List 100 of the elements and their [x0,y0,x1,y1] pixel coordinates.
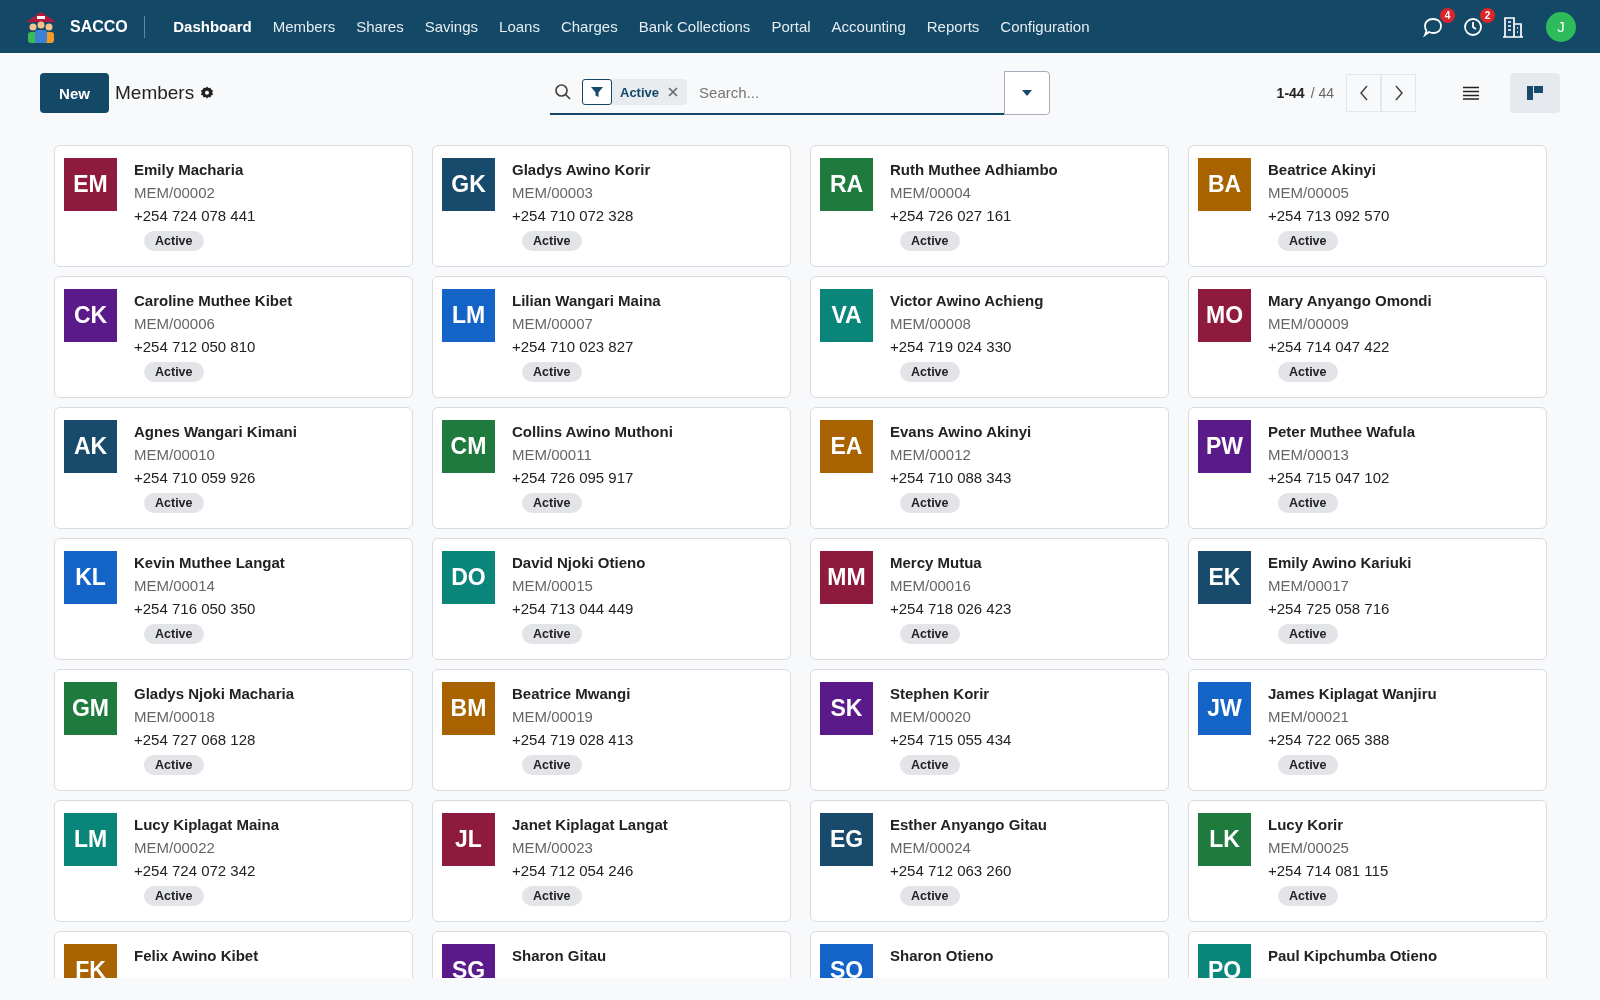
status-tag: Active [522,755,582,775]
nav-menu-item[interactable]: Portal [760,18,822,35]
member-card[interactable]: GM Gladys Njoki Macharia MEM/00018 +254 727 068 128 Active [54,669,413,791]
chevron-right-icon [1393,85,1404,101]
member-phone: +254 715 055 434 [890,730,1012,750]
member-phone: +254 724 078 441 [134,206,256,226]
member-card[interactable]: EK Emily Awino Kariuki MEM/00017 +254 725 058 716 Active [1188,538,1547,660]
settings-icon[interactable] [200,86,215,100]
member-number: MEM/00017 [1268,576,1349,596]
pager-value[interactable]: 1-44 [1276,85,1305,101]
nav-menu-item[interactable]: Savings [414,18,489,35]
status-tag: Active [900,755,960,775]
member-number: MEM/00008 [890,314,971,334]
member-card[interactable]: VA Victor Awino Achieng MEM/00008 +254 719 024 330 Active [810,276,1169,398]
member-card[interactable]: LK Lucy Korir MEM/00025 +254 714 081 115 Active [1188,800,1547,922]
member-phone: +254 713 044 449 [512,599,634,619]
member-phone: +254 714 047 422 [1268,337,1390,357]
member-name: Emily Awino Kariuki [1268,553,1412,573]
member-avatar: DO [442,551,495,604]
kanban-view-button[interactable] [1510,73,1560,113]
member-avatar: CK [64,289,117,342]
chat-icon[interactable] [1422,15,1444,38]
member-card[interactable]: EG Esther Anyango Gitau MEM/00024 +254 712 063 260 Active [810,800,1169,922]
member-card[interactable]: JW James Kiplagat Wanjiru MEM/00021 +254 722 065 388 Active [1188,669,1547,791]
member-card[interactable]: EA Evans Awino Akinyi MEM/00012 +254 710 088 343 Active [810,407,1169,529]
member-card[interactable]: RA Ruth Muthee Adhiambo MEM/00004 +254 726 027 161 Active [810,145,1169,267]
member-card[interactable]: KL Kevin Muthee Langat MEM/00014 +254 716 050 350 Active [54,538,413,660]
member-card[interactable]: MO Mary Anyango Omondi MEM/00009 +254 714 047 422 Active [1188,276,1547,398]
member-card[interactable]: CM Collins Awino Muthoni MEM/00011 +254 726 095 917 Active [432,407,791,529]
building-icon[interactable] [1502,14,1524,39]
member-card[interactable]: LM Lilian Wangari Maina MEM/00007 +254 710 023 827 Active [432,276,791,398]
kanban-icon [1526,85,1544,101]
member-number: MEM/00019 [512,707,593,727]
nav-menu-item[interactable]: Configuration [989,18,1101,35]
member-avatar: JW [1198,682,1251,735]
member-card[interactable]: SK Stephen Korir MEM/00020 +254 715 055 434 Active [810,669,1169,791]
status-tag: Active [144,231,204,251]
nav-menu-item[interactable]: Reports [916,18,990,35]
member-name: James Kiplagat Wanjiru [1268,684,1437,704]
member-name: Paul Kipchumba Otieno [1268,946,1438,966]
nav-menu-item[interactable]: Shares [345,18,415,35]
member-card[interactable]: BM Beatrice Mwangi MEM/00019 +254 719 028 413 Active [432,669,791,791]
member-card[interactable]: FK Felix Awino Kibet [54,931,413,978]
member-name: Evans Awino Akinyi [890,422,1032,442]
member-card[interactable]: GK Gladys Awino Korir MEM/00003 +254 710 072 328 Active [432,145,791,267]
search-icon [554,83,572,101]
member-card[interactable]: CK Caroline Muthee Kibet MEM/00006 +254 712 050 810 Active [54,276,413,398]
search-field[interactable]: Search... [697,82,1004,102]
member-name: Stephen Korir [890,684,990,704]
member-card[interactable]: PO Paul Kipchumba Otieno [1188,931,1547,978]
status-tag: Active [522,362,582,382]
member-card[interactable]: MM Mercy Mutua MEM/00016 +254 718 026 423 Active [810,538,1169,660]
member-number: MEM/00003 [512,183,593,203]
nav-menu-item[interactable]: Loans [488,18,551,35]
member-card[interactable]: SO Sharon Otieno [810,931,1169,978]
member-avatar: PO [1198,944,1251,978]
nav-menu-item[interactable]: Members [262,18,346,35]
member-avatar: VA [820,289,873,342]
member-number: MEM/00018 [134,707,215,727]
status-tag: Active [900,886,960,906]
member-number: MEM/00020 [890,707,971,727]
member-phone: +254 712 054 246 [512,861,634,881]
nav-menu-item[interactable]: Bank Collections [628,18,761,35]
nav-menu-item[interactable]: Accounting [821,18,917,35]
member-name: Mercy Mutua [890,553,982,573]
member-card[interactable]: DO David Njoki Otieno MEM/00015 +254 713 044 449 Active [432,538,791,660]
member-phone: +254 725 058 716 [1268,599,1390,619]
notification-badge: 2 [1480,7,1495,23]
member-number: MEM/00004 [890,183,971,203]
member-card[interactable]: LM Lucy Kiplagat Maina MEM/00022 +254 724 072 342 Active [54,800,413,922]
status-tag: Active [1278,362,1338,382]
member-name: Beatrice Mwangi [512,684,631,704]
member-card[interactable]: PW Peter Muthee Wafula MEM/00013 +254 715 047 102 Active [1188,407,1547,529]
sacco-logo-icon [24,9,58,44]
nav-menu-item[interactable]: Dashboard [162,18,263,35]
member-card[interactable]: JL Janet Kiplagat Langat MEM/00023 +254 712 054 246 Active [432,800,791,922]
member-phone: +254 712 063 260 [890,861,1012,881]
member-number: MEM/00014 [134,576,215,596]
app-name[interactable]: SACCO [70,17,128,36]
close-icon[interactable] [667,86,680,98]
status-tag: Active [522,493,582,513]
member-phone: +254 718 026 423 [890,599,1012,619]
clock-icon[interactable] [1462,15,1484,38]
member-name: Janet Kiplagat Langat [512,815,668,835]
member-card[interactable]: EM Emily Macharia MEM/00002 +254 724 078 441 Active [54,145,413,267]
member-number: MEM/00016 [890,576,971,596]
member-avatar: MM [820,551,873,604]
member-card[interactable]: BA Beatrice Akinyi MEM/00005 +254 713 092 570 Active [1188,145,1547,267]
new-button[interactable]: New [40,73,109,113]
member-phone: +254 710 059 926 [134,468,256,488]
member-number: MEM/00007 [512,314,593,334]
member-card[interactable]: AK Agnes Wangari Kimani MEM/00010 +254 710 059 926 Active [54,407,413,529]
nav-menu-item[interactable]: Charges [550,18,629,35]
notification-badge: 4 [1440,7,1455,23]
member-name: Peter Muthee Wafula [1268,422,1415,442]
member-avatar: SK [820,682,873,735]
status-tag: Active [144,886,204,906]
member-card[interactable]: SG Sharon Gitau [432,931,791,978]
member-avatar: MO [1198,289,1251,342]
status-tag: Active [144,755,204,775]
